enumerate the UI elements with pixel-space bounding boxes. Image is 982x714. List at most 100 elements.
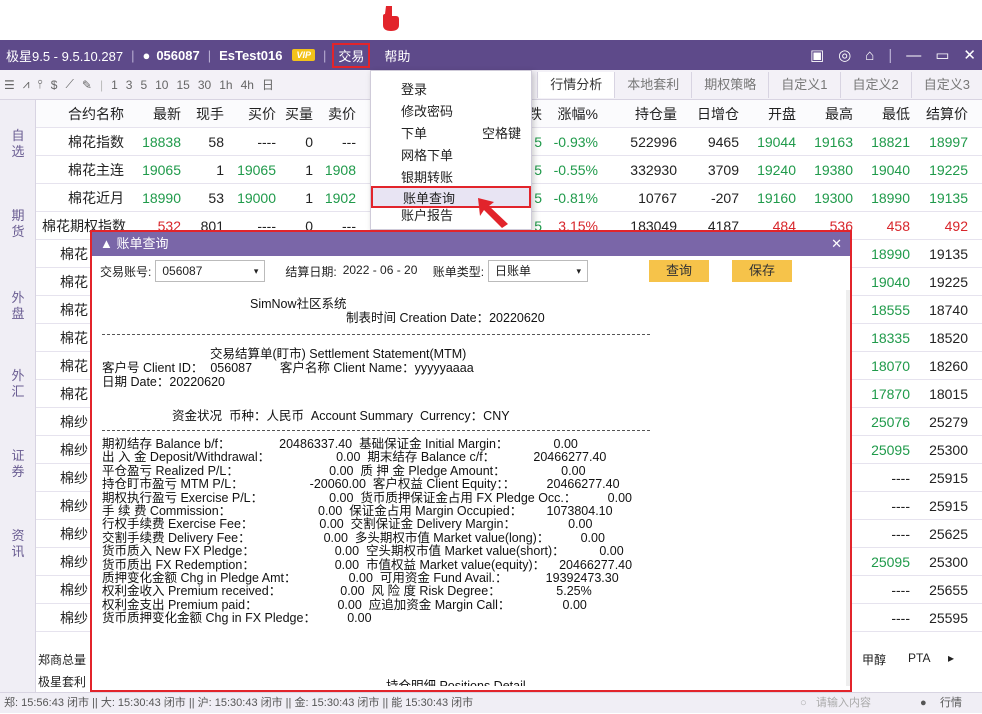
- menu-item-3[interactable]: 网格下单: [371, 145, 531, 167]
- bottom-arrow-icon[interactable]: ▸: [948, 651, 954, 665]
- cell-settle: 19225: [929, 162, 968, 178]
- account-select[interactable]: 056087 ▾: [155, 260, 266, 282]
- minimize-icon[interactable]: —: [906, 47, 921, 64]
- sidebar-item-5[interactable]: 资讯: [0, 528, 36, 560]
- title-bar: 极星9.5 - 9.5.10.287 | ● 056087 | EsTest01…: [0, 40, 982, 70]
- tab-1[interactable]: 本地套利: [614, 72, 691, 98]
- sidebar-item-0[interactable]: 自选: [0, 128, 36, 160]
- col-header-bid[interactable]: 买价: [248, 100, 276, 128]
- statement-text: SimNow社区系统 制表时间 Creation Date：20220620 交易结…: [102, 290, 842, 686]
- divider: [102, 334, 650, 335]
- col-header-low[interactable]: 最低: [882, 100, 910, 128]
- col-header-settle[interactable]: 结算价: [926, 100, 968, 128]
- col-header-open[interactable]: 开盘: [768, 100, 796, 128]
- cell-settle: 19225: [929, 274, 968, 290]
- cell-doi: 9465: [707, 134, 739, 150]
- maximize-icon[interactable]: ▭: [935, 46, 949, 64]
- cell-name: 棉纱: [60, 470, 88, 486]
- cell-pct: -0.81%: [553, 190, 598, 206]
- account-label: 交易账号:: [100, 264, 152, 279]
- statement-summary-title: 资金状况 币种：人民币 Account Summary Currency：CNY: [172, 409, 510, 423]
- cell-settle: 492: [944, 218, 968, 234]
- cell-name: 棉纱: [60, 610, 88, 626]
- col-header-bidv[interactable]: 买量: [285, 100, 313, 128]
- cell-open: 19240: [757, 162, 796, 178]
- col-header-name[interactable]: 合约名称: [68, 100, 124, 128]
- sidebar-item-2[interactable]: 外盘: [0, 290, 36, 322]
- cell-low: 18990: [871, 246, 910, 262]
- quote-status[interactable]: 行情: [940, 693, 962, 714]
- tab-4[interactable]: 自定义2: [839, 72, 911, 98]
- tab-3[interactable]: 自定义1: [768, 72, 839, 98]
- interval-1[interactable]: 3: [122, 78, 137, 92]
- kline-icon[interactable]: ⫯: [34, 77, 47, 92]
- sidebar-item-3[interactable]: 外汇: [0, 368, 36, 400]
- save-button[interactable]: 保存: [732, 260, 792, 282]
- col-header-vol[interactable]: 现手: [196, 100, 224, 128]
- sidebar-item-1[interactable]: 期货: [0, 208, 36, 240]
- cell-settle: 25655: [929, 582, 968, 598]
- status-bar: 郑: 15:56:43 闭市 || 大: 15:30:43 闭市 || 沪: 1…: [0, 692, 982, 713]
- menu-item-0[interactable]: 登录: [371, 79, 531, 101]
- brush-icon[interactable]: ✎: [78, 78, 96, 92]
- bottom-left-label-2[interactable]: 极星套利: [38, 673, 86, 690]
- interval-3[interactable]: 10: [151, 78, 172, 92]
- line-chart-icon[interactable]: ⩘: [19, 77, 34, 92]
- cell-settle: 19135: [929, 190, 968, 206]
- dialog-close-icon[interactable]: ✕: [831, 232, 842, 256]
- menu-help[interactable]: 帮助: [374, 46, 416, 65]
- interval-2[interactable]: 5: [136, 78, 151, 92]
- user-icon: ●: [142, 47, 151, 63]
- cell-low: ----: [891, 582, 910, 598]
- skin-icon[interactable]: ⌂: [865, 47, 874, 64]
- trend-icon[interactable]: ⟋: [61, 77, 77, 92]
- interval-6[interactable]: 1h: [215, 78, 236, 92]
- menu-item-1[interactable]: 修改密码: [371, 101, 531, 123]
- col-header-ask[interactable]: 卖价: [328, 100, 356, 128]
- cell-doi: 3709: [707, 162, 739, 178]
- close-icon[interactable]: ✕: [963, 46, 976, 64]
- tab-5[interactable]: 自定义3: [910, 72, 982, 98]
- search-input[interactable]: 请输入内容: [816, 693, 871, 714]
- cell-settle: 25595: [929, 610, 968, 626]
- interval-5[interactable]: 30: [194, 78, 215, 92]
- col-header-oi[interactable]: 持仓量: [635, 100, 677, 128]
- interval-7[interactable]: 4h: [237, 78, 258, 92]
- menu-trade[interactable]: 交易: [332, 42, 371, 68]
- type-select[interactable]: 日账单 ▾: [488, 260, 589, 282]
- cell-settle: 25625: [929, 526, 968, 542]
- bottom-tab-methanol[interactable]: 甲醇: [862, 651, 886, 668]
- chat-icon[interactable]: ●: [920, 693, 927, 714]
- bottom-left-label[interactable]: 郑商总量: [38, 651, 86, 668]
- menu-item-2[interactable]: 下单 空格键: [371, 123, 531, 145]
- market-status: 郑: 15:56:43 闭市 || 大: 15:30:43 闭市 || 沪: 1…: [4, 697, 474, 709]
- interval-4[interactable]: 15: [172, 78, 193, 92]
- bottom-tab-pta[interactable]: PTA: [908, 651, 930, 665]
- list-icon[interactable]: ☰: [0, 78, 19, 92]
- col-header-last[interactable]: 最新: [153, 100, 181, 128]
- interval-8[interactable]: 日: [258, 78, 278, 92]
- cell-bidv: 0: [305, 134, 313, 150]
- statement-scrollbar[interactable]: [846, 290, 850, 686]
- interval-0[interactable]: 1: [107, 78, 122, 92]
- menu-item-label: 下单: [401, 126, 428, 141]
- tab-2[interactable]: 期权策略: [691, 72, 768, 98]
- search-icon[interactable]: ○: [800, 693, 807, 714]
- account-name[interactable]: EsTest016: [213, 48, 288, 63]
- date-field[interactable]: 2022 - 06 - 20: [337, 260, 427, 282]
- sidebar-item-4[interactable]: 证券: [0, 448, 36, 480]
- pointer-hand-icon: [383, 6, 399, 31]
- menu-item-label: 登录: [401, 82, 428, 97]
- dollar-icon[interactable]: $: [47, 78, 62, 92]
- layout-icon[interactable]: ▣: [810, 46, 824, 64]
- cell-pct: -0.93%: [553, 134, 598, 150]
- tab-0[interactable]: 行情分析: [537, 72, 615, 98]
- summary-line: 权利金收入 Premium received： 0.00 风 险 度 Risk …: [102, 584, 592, 599]
- col-header-doi[interactable]: 日增仓: [697, 100, 739, 128]
- menu-item-label: 银期转账: [401, 170, 454, 185]
- settings-icon[interactable]: ◎: [838, 46, 851, 64]
- query-button[interactable]: 查询: [649, 260, 709, 282]
- col-header-high[interactable]: 最高: [825, 100, 853, 128]
- cell-low: 25095: [871, 442, 910, 458]
- col-header-pct[interactable]: 涨幅%: [558, 100, 598, 128]
